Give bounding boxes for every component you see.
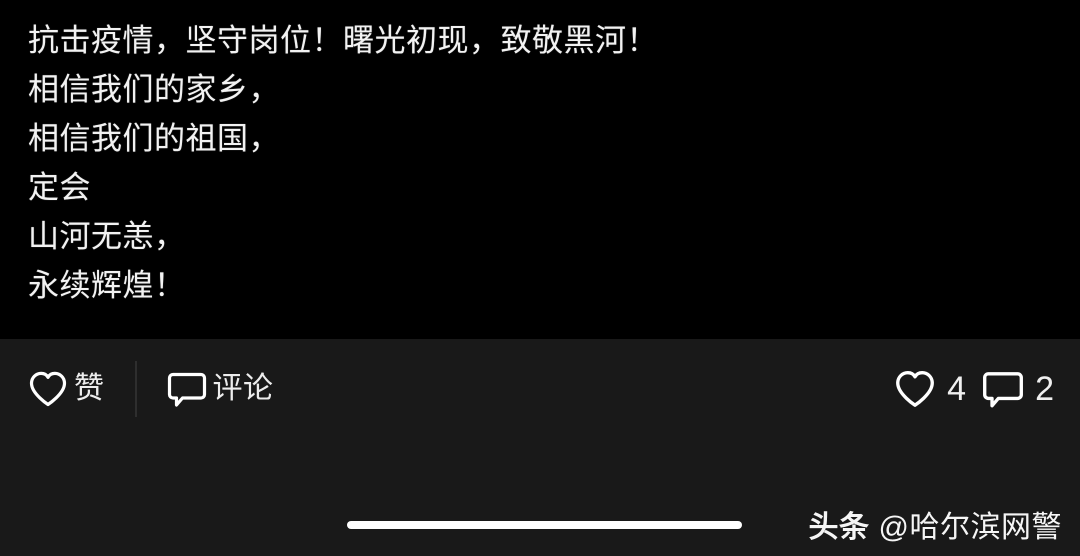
heart-icon <box>892 367 938 411</box>
action-bar-left-group: 赞 评论 <box>26 361 274 417</box>
like-button-label: 赞 <box>74 372 105 405</box>
post-line: 相信我们的祖国， <box>28 121 280 156</box>
post-line: 永续辉煌！ <box>28 268 186 303</box>
watermark-brand: 头条 <box>808 511 870 544</box>
home-indicator[interactable] <box>347 521 742 529</box>
post-line: 抗击疫情，坚守岗位！曙光初现，致敬黑河！ <box>28 23 658 58</box>
post-line: 相信我们的家乡， <box>28 72 280 107</box>
action-bar: 赞 评论 4 2 <box>0 339 1080 439</box>
heart-icon <box>26 368 70 410</box>
post-line: 山河无恙， <box>28 219 186 254</box>
lower-panel: 赞 评论 4 2 头条 @哈尔滨网警 <box>0 339 1080 556</box>
comment-icon <box>165 367 209 411</box>
post-line: 定会 <box>28 170 91 205</box>
like-count-value: 4 <box>947 370 967 408</box>
action-bar-divider <box>134 361 137 417</box>
comment-button[interactable]: 评论 <box>165 367 274 411</box>
comment-count-value: 2 <box>1035 370 1054 408</box>
post-screen: 抗击疫情，坚守岗位！曙光初现，致敬黑河！ 相信我们的家乡， 相信我们的祖国， 定… <box>0 0 1080 556</box>
post-text-body: 抗击疫情，坚守岗位！曙光初现，致敬黑河！ 相信我们的家乡， 相信我们的祖国， 定… <box>0 0 1080 339</box>
like-button[interactable]: 赞 <box>26 368 105 410</box>
watermark-handle: @哈尔滨网警 <box>878 511 1062 544</box>
comment-count-group[interactable]: 2 <box>980 366 1054 412</box>
watermark: 头条 @哈尔滨网警 <box>809 502 1062 546</box>
comment-icon <box>980 366 1026 412</box>
action-bar-right-group: 4 2 <box>892 339 1054 439</box>
like-count-group[interactable]: 4 <box>892 367 966 411</box>
comment-button-label: 评论 <box>212 372 274 405</box>
